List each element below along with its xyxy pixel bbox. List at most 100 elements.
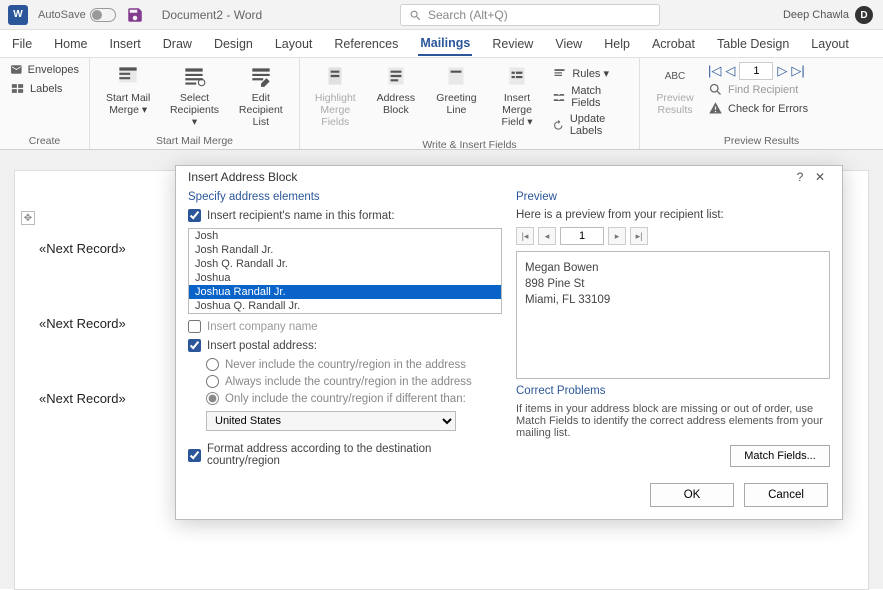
insert-merge-field-button[interactable]: Insert Merge Field ▾ — [492, 62, 543, 128]
envelopes-button[interactable]: Envelopes — [10, 62, 79, 77]
preview-hint: Here is a preview from your recipient li… — [516, 209, 830, 221]
preview-line: 898 Pine St — [525, 276, 821, 292]
first-record-icon[interactable]: |◁ — [708, 63, 721, 79]
check-errors-button[interactable]: Check for Errors — [708, 101, 808, 116]
ribbon: Envelopes Labels Create Start Mail Merge… — [0, 58, 883, 150]
name-option[interactable]: Josh — [189, 229, 501, 243]
toggle-icon[interactable] — [90, 8, 116, 22]
close-button[interactable]: ✕ — [810, 170, 830, 184]
tab-design[interactable]: Design — [212, 33, 255, 55]
tab-layout[interactable]: Layout — [273, 33, 315, 55]
preview-panel: Preview Here is a preview from your reci… — [516, 191, 830, 467]
name-option[interactable]: Joshua — [189, 271, 501, 285]
recipients-icon — [181, 63, 207, 89]
tab-file[interactable]: File — [10, 33, 34, 55]
search-input[interactable]: Search (Alt+Q) — [400, 4, 660, 26]
preview-first-button[interactable]: |◂ — [516, 227, 534, 245]
find-icon — [708, 82, 723, 97]
match-icon — [552, 90, 566, 105]
save-icon[interactable] — [126, 6, 144, 24]
tab-draw[interactable]: Draw — [161, 33, 194, 55]
tab-view[interactable]: View — [553, 33, 584, 55]
next-record-icon[interactable]: ▷ — [777, 63, 787, 79]
address-block-icon — [383, 63, 409, 89]
country-never-radio[interactable]: Never include the country/region in the … — [206, 358, 502, 371]
table-anchor-icon[interactable]: ✥ — [21, 211, 35, 225]
user-account[interactable]: Deep Chawla D — [783, 6, 873, 24]
preview-box: Megan Bowen898 Pine StMiami, FL 33109 — [516, 251, 830, 379]
edit-list-icon — [248, 63, 274, 89]
address-block-button[interactable]: Address Block — [371, 62, 422, 116]
preview-results-button[interactable]: ABCPreview Results — [650, 62, 700, 116]
name-option[interactable]: Josh Randall Jr. — [189, 243, 501, 257]
record-number-input[interactable] — [739, 62, 773, 80]
insert-name-checkbox[interactable]: Insert recipient's name in this format: — [188, 209, 502, 222]
update-labels-button[interactable]: Update Labels — [552, 113, 629, 137]
tab-mailings[interactable]: Mailings — [418, 32, 472, 56]
tab-insert[interactable]: Insert — [108, 33, 143, 55]
name-option[interactable]: Joshua Randall Jr. — [189, 285, 501, 299]
preview-line: Miami, FL 33109 — [525, 292, 821, 308]
next-record-field: «Next Record» — [39, 391, 126, 406]
autosave-label: AutoSave — [38, 9, 86, 21]
check-icon — [708, 101, 723, 116]
match-fields-button[interactable]: Match Fields — [552, 85, 629, 109]
specify-heading: Specify address elements — [188, 191, 502, 203]
update-icon — [552, 118, 565, 133]
prev-record-icon[interactable]: ◁ — [725, 63, 735, 79]
tab-table-design[interactable]: Table Design — [715, 33, 791, 55]
labels-button[interactable]: Labels — [10, 81, 79, 96]
last-record-icon[interactable]: ▷| — [791, 63, 804, 79]
match-fields-dialog-button[interactable]: Match Fields... — [730, 445, 830, 467]
preview-prev-button[interactable]: ◂ — [538, 227, 556, 245]
select-recipients-button[interactable]: Select Recipients ▾ — [166, 62, 222, 128]
tab-home[interactable]: Home — [52, 33, 89, 55]
group-preview-label: Preview Results — [650, 133, 873, 147]
preview-index-input[interactable] — [560, 227, 604, 245]
user-name: Deep Chawla — [783, 9, 849, 21]
tab-layout[interactable]: Layout — [809, 33, 851, 55]
labels-label: Labels — [30, 83, 62, 95]
tab-references[interactable]: References — [332, 33, 400, 55]
highlight-merge-fields-button: Highlight Merge Fields — [310, 62, 361, 128]
envelopes-label: Envelopes — [28, 64, 79, 76]
cancel-button[interactable]: Cancel — [744, 483, 828, 507]
tab-review[interactable]: Review — [490, 33, 535, 55]
preview-last-button[interactable]: ▸| — [630, 227, 648, 245]
avatar: D — [855, 6, 873, 24]
record-navigation[interactable]: |◁ ◁ ▷ ▷| — [708, 62, 808, 80]
tab-help[interactable]: Help — [602, 33, 632, 55]
menu-bar: File Home Insert Draw Design Layout References… — [0, 30, 883, 58]
name-option[interactable]: Josh Q. Randall Jr. — [189, 257, 501, 271]
greeting-icon — [443, 63, 469, 89]
search-placeholder: Search (Alt+Q) — [428, 8, 508, 22]
name-format-listbox[interactable]: JoshJosh Randall Jr.Josh Q. Randall Jr.J… — [188, 228, 502, 314]
greeting-line-button[interactable]: Greeting Line — [431, 62, 482, 116]
rules-icon — [552, 66, 567, 81]
preview-line: Megan Bowen — [525, 260, 821, 276]
rules-button[interactable]: Rules ▾ — [552, 66, 629, 81]
country-always-radio[interactable]: Always include the country/region in the… — [206, 375, 502, 388]
tab-acrobat[interactable]: Acrobat — [650, 33, 697, 55]
country-select[interactable]: United States — [206, 411, 456, 431]
edit-recipient-list-button[interactable]: Edit Recipient List — [233, 62, 289, 128]
autosave-toggle[interactable]: AutoSave — [38, 8, 116, 22]
insert-address-block-dialog: Insert Address Block ? ✕ Specify address… — [175, 165, 843, 520]
country-different-radio[interactable]: Only include the country/region if diffe… — [206, 392, 502, 405]
group-start-label: Start Mail Merge — [100, 133, 289, 147]
name-option[interactable]: Joshua Q. Randall Jr. — [189, 299, 501, 313]
preview-navigation: |◂ ◂ ▸ ▸| — [516, 227, 830, 245]
correct-heading: Correct Problems — [516, 385, 830, 397]
format-destination-checkbox[interactable]: Format address according to the destinat… — [188, 443, 502, 467]
mail-merge-icon — [115, 63, 141, 89]
help-button[interactable]: ? — [790, 170, 810, 184]
insert-postal-checkbox[interactable]: Insert postal address: — [188, 339, 502, 352]
ok-button[interactable]: OK — [650, 483, 734, 507]
find-recipient-button: Find Recipient — [708, 82, 808, 97]
group-write-label: Write & Insert Fields — [310, 137, 629, 151]
search-icon — [409, 9, 422, 22]
start-mail-merge-button[interactable]: Start Mail Merge ▾ — [100, 62, 156, 116]
insert-company-checkbox[interactable]: Insert company name — [188, 320, 502, 333]
preview-next-button[interactable]: ▸ — [608, 227, 626, 245]
dialog-title: Insert Address Block — [188, 170, 297, 184]
